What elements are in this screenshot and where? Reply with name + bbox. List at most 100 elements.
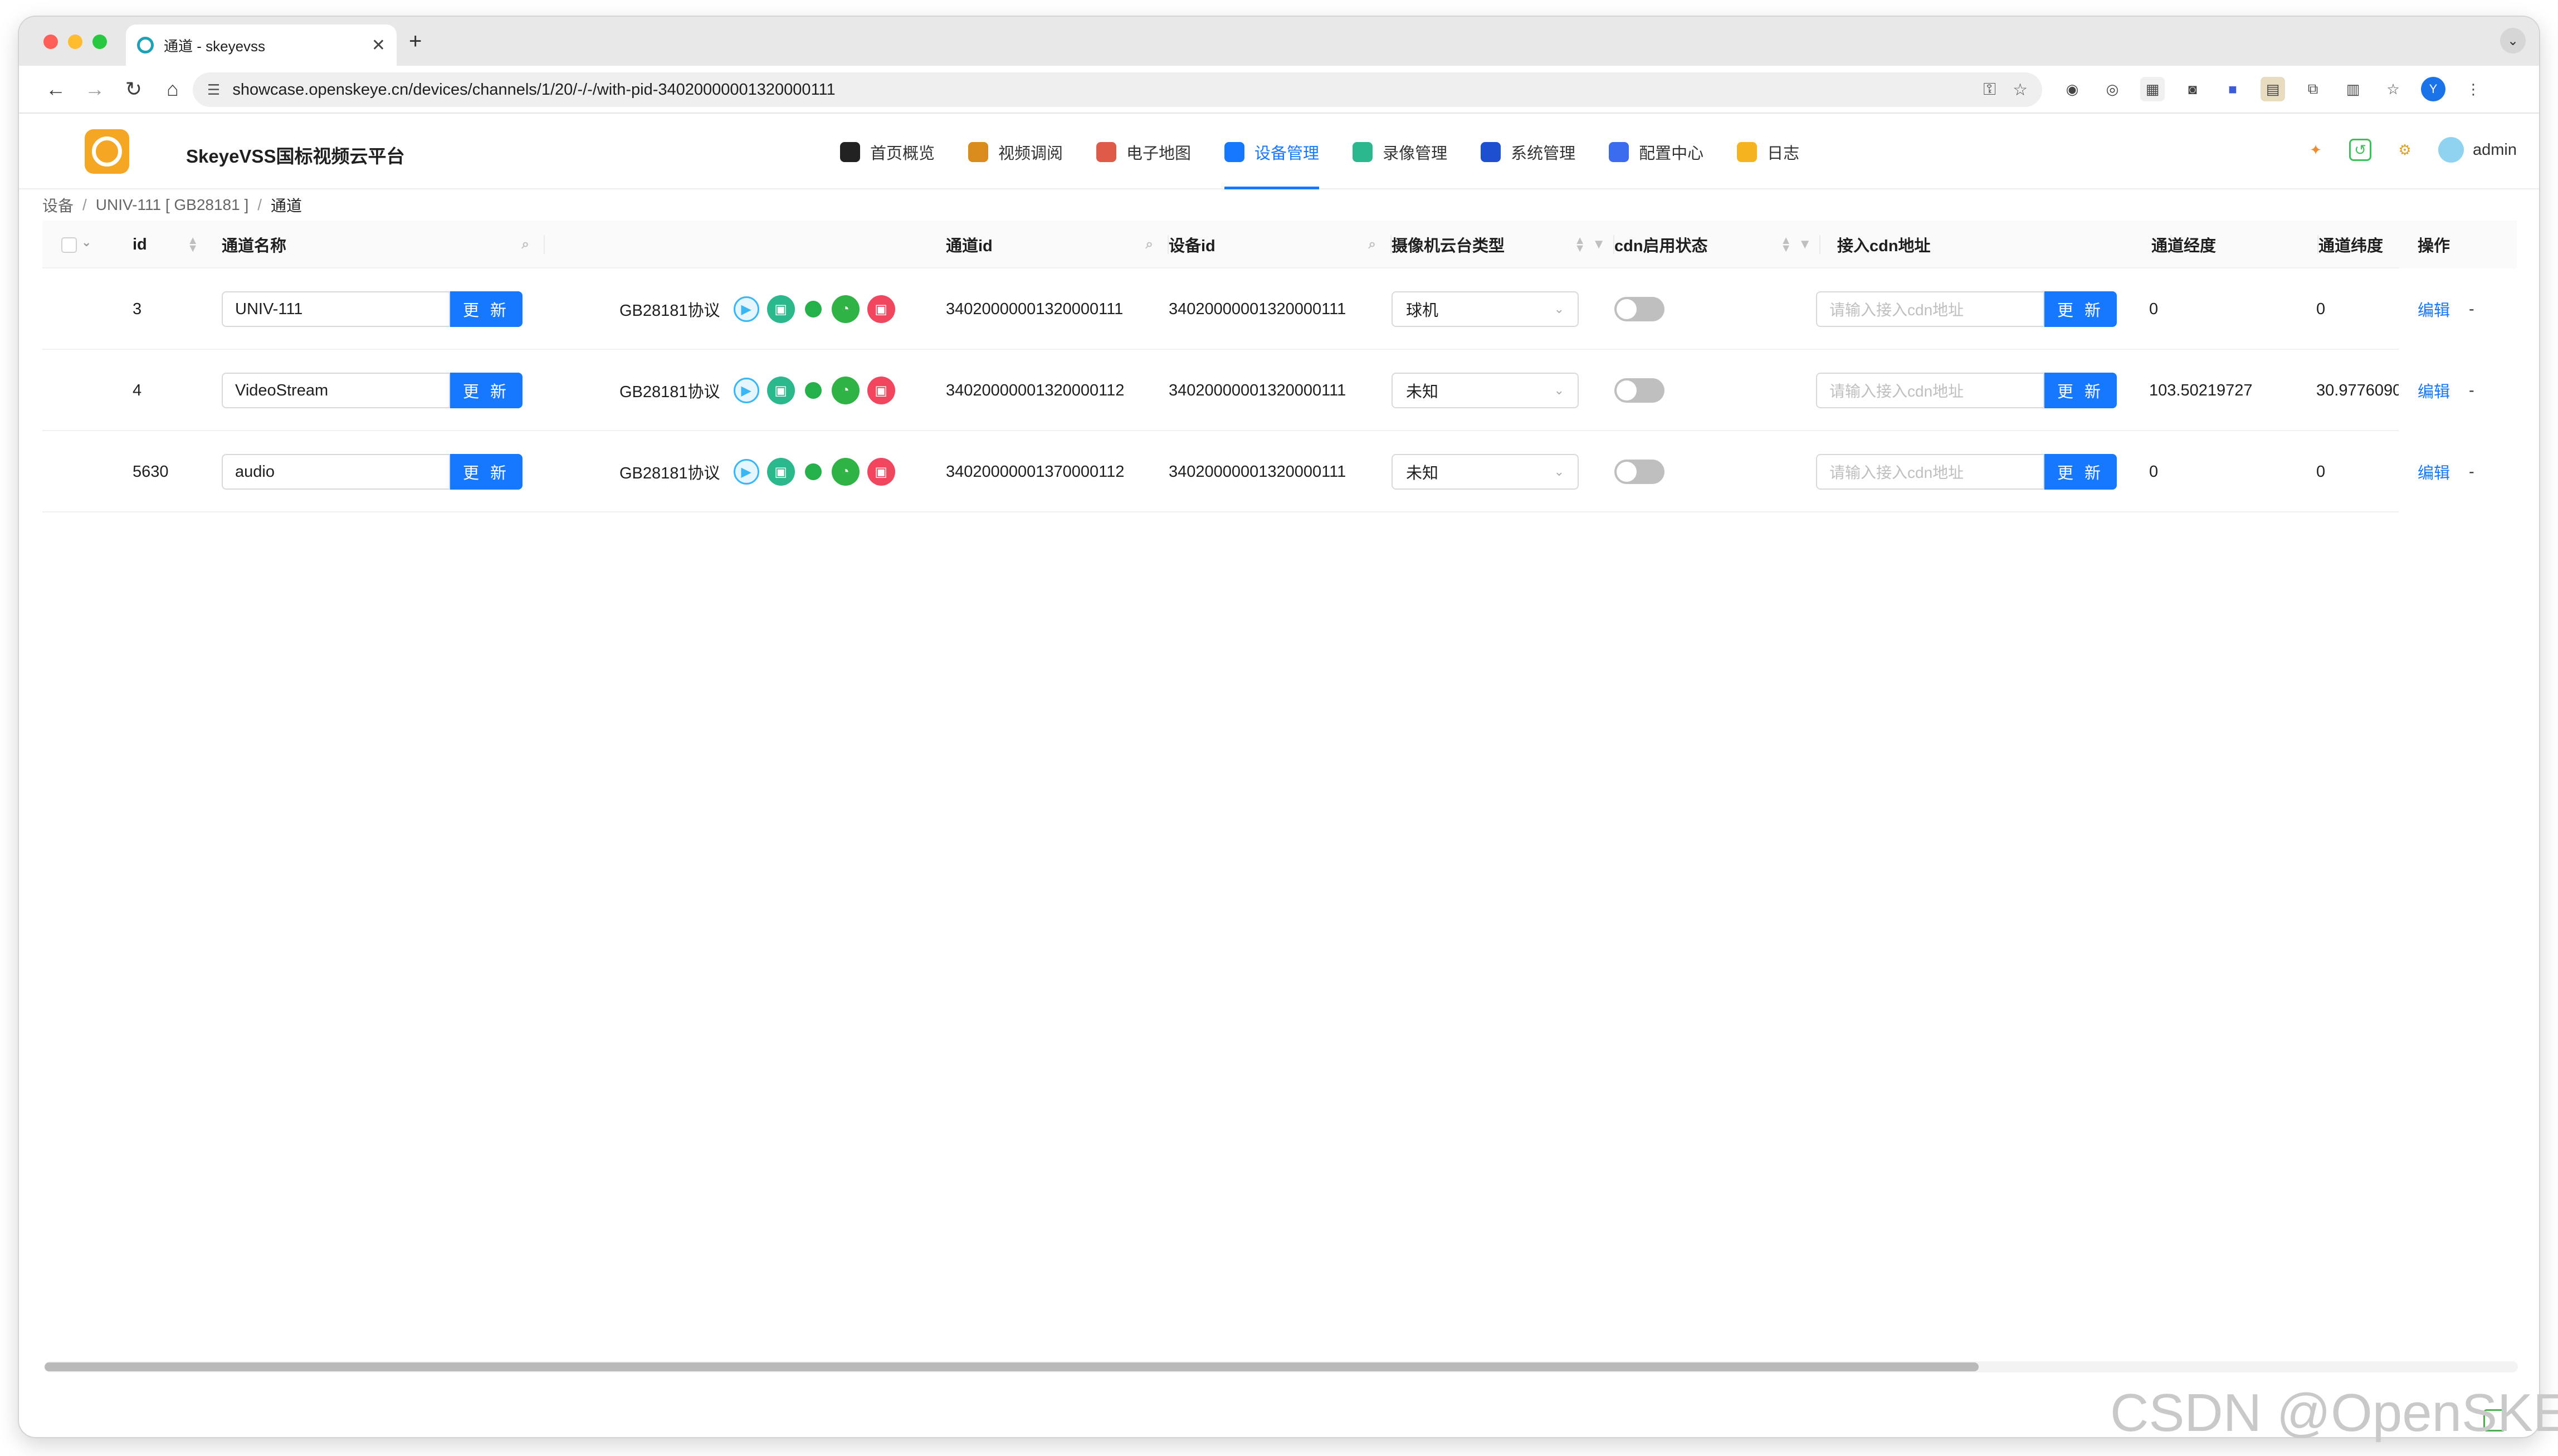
update-cdn-button[interactable]: 更 新 (2044, 454, 2117, 490)
nav-item-system[interactable]: 系统管理 (1481, 115, 1575, 189)
cdn-enable-toggle[interactable] (1614, 460, 1664, 484)
nav-label: 配置中心 (1639, 145, 1704, 163)
cdn-enable-toggle[interactable] (1614, 378, 1664, 403)
column-search-icon[interactable]: ⌕ (1369, 237, 1376, 252)
play-icon[interactable]: ▶ (733, 378, 759, 403)
channel-name-input[interactable]: VideoStream (222, 373, 450, 408)
cdn-enable-toggle[interactable] (1614, 297, 1664, 321)
nav-label: 系统管理 (1511, 145, 1576, 163)
snapshot-icon[interactable]: ▣ (867, 377, 895, 404)
select-all-checkbox[interactable] (61, 237, 77, 253)
minimize-window-button[interactable] (68, 35, 82, 49)
selection-dropdown-chevron-icon[interactable]: ⌄ (81, 235, 91, 250)
fullscreen-icon[interactable]: ✦ (2305, 139, 2327, 161)
column-search-icon[interactable]: ⌕ (1146, 237, 1153, 252)
skeye-logo-icon[interactable] (85, 129, 129, 174)
chat-icon[interactable]: ◔ (831, 458, 860, 486)
cell-cdn-status (1614, 350, 1664, 431)
record-icon[interactable]: ▣ (767, 377, 795, 404)
play-icon[interactable]: ▶ (733, 459, 759, 485)
channel-id-number: 3 (133, 300, 142, 318)
sort-icon[interactable]: ▲ ▼ (1574, 235, 1585, 254)
screen-switch-icon[interactable]: ↺ (2349, 139, 2371, 161)
tab-search-chevron-icon[interactable]: ⌄ (2500, 28, 2526, 53)
extension-grid-icon[interactable]: ▦ (2140, 77, 2165, 101)
browser-menu-icon[interactable]: ⋮ (2461, 77, 2486, 101)
sort-icon[interactable]: ▲ ▼ (1780, 235, 1791, 254)
header-id[interactable]: id ▲ ▼ (133, 221, 208, 268)
url-text[interactable]: showcase.openskeye.cn/devices/channels/1… (232, 81, 1966, 99)
ptz-type-select[interactable]: 未知 ⌄ (1392, 373, 1579, 408)
breadcrumb-devices[interactable]: 设备 (42, 194, 74, 216)
favorites-list-icon[interactable]: ☆ (2381, 77, 2405, 101)
update-cdn-button[interactable]: 更 新 (2044, 373, 2117, 408)
sidebar-panel-icon[interactable]: ▥ (2341, 77, 2365, 101)
filter-funnel-icon[interactable]: ▼ (1798, 237, 1812, 252)
horizontal-scrollbar[interactable] (45, 1361, 2518, 1372)
nav-item-logs[interactable]: 日志 (1737, 115, 1799, 189)
channel-name-input[interactable]: audio (222, 454, 450, 490)
extension-note-icon[interactable]: ▤ (2261, 77, 2285, 101)
chat-icon[interactable]: ◔ (831, 295, 860, 323)
tab-strip: 通道 - skeyevss ✕ + ⌄ (19, 17, 2539, 66)
address-bar[interactable]: ☰ showcase.openskeye.cn/devices/channels… (193, 72, 2042, 107)
ptz-type-select[interactable]: 球机 ⌄ (1392, 291, 1579, 327)
home-icon[interactable]: ⌂ (160, 77, 185, 101)
cdn-address-input[interactable]: 请输入接入cdn地址 (1816, 454, 2044, 490)
chat-icon[interactable]: ◔ (831, 377, 860, 404)
cdn-address-input[interactable]: 请输入接入cdn地址 (1816, 373, 2044, 408)
user-menu[interactable]: admin (2438, 137, 2517, 163)
bookmark-star-icon[interactable]: ☆ (2013, 80, 2028, 100)
screenshot-camera-icon[interactable]: ◉ (2060, 77, 2085, 101)
password-key-icon[interactable]: ⚿ (1983, 80, 1996, 99)
maximize-window-button[interactable] (92, 35, 107, 49)
snapshot-icon[interactable]: ▣ (867, 295, 895, 323)
nav-item-map[interactable]: 电子地图 (1096, 115, 1191, 189)
play-icon[interactable]: ▶ (733, 296, 759, 322)
header-actions-label: 操作 (2418, 237, 2450, 255)
online-status-dot-icon (804, 382, 822, 399)
cdn-address-input[interactable]: 请输入接入cdn地址 (1816, 291, 2044, 327)
nav-item-recordings[interactable]: 录像管理 (1353, 115, 1447, 189)
update-name-button[interactable]: 更 新 (450, 291, 523, 327)
extension-blue-square-icon[interactable]: ■ (2220, 77, 2245, 101)
scrollbar-thumb[interactable] (45, 1362, 1979, 1371)
filter-funnel-icon[interactable]: ▼ (1592, 237, 1605, 252)
forward-arrow-icon[interactable]: → (82, 77, 107, 101)
extensions-puzzle-icon[interactable]: ⧉ (2301, 77, 2325, 101)
new-tab-button[interactable]: + (409, 29, 422, 54)
tab-close-icon[interactable]: ✕ (372, 36, 385, 55)
column-search-icon[interactable]: ⌕ (522, 237, 529, 252)
breadcrumb: 设备 / UNIV-111 [ GB28181 ] / 通道 (42, 193, 302, 217)
extension-robot-icon[interactable]: ◙ (2180, 77, 2205, 101)
site-settings-icon[interactable]: ☰ (207, 81, 220, 99)
profile-avatar-icon[interactable]: Y (2421, 77, 2445, 101)
edit-link[interactable]: 编辑 (2418, 297, 2450, 321)
settings-gear-icon[interactable]: ⚙ (2394, 139, 2416, 161)
update-name-button[interactable]: 更 新 (450, 373, 523, 408)
ptz-type-select[interactable]: 未知 ⌄ (1392, 454, 1579, 490)
extension-circle-icon[interactable]: ◎ (2100, 77, 2125, 101)
sort-icon[interactable]: ▲ ▼ (187, 235, 198, 254)
breadcrumb-device[interactable]: UNIV-111 [ GB28181 ] (96, 196, 248, 214)
cell-actions: 编辑 - (2399, 268, 2517, 350)
reload-icon[interactable]: ↻ (121, 77, 146, 101)
update-cdn-button[interactable]: 更 新 (2044, 291, 2117, 327)
channel-name-input[interactable]: UNIV-111 (222, 291, 450, 327)
browser-tab-active[interactable]: 通道 - skeyevss ✕ (126, 25, 397, 66)
edit-link[interactable]: 编辑 (2418, 379, 2450, 402)
cell-name: VideoStream 更 新 (222, 350, 523, 431)
close-window-button[interactable] (43, 35, 58, 49)
nav-item-devices[interactable]: 设备管理 (1224, 115, 1320, 189)
back-arrow-icon[interactable]: ← (43, 77, 68, 101)
snapshot-icon[interactable]: ▣ (867, 458, 895, 486)
record-icon[interactable]: ▣ (767, 458, 795, 486)
device-id-value: 34020000001320000111 (1169, 462, 1346, 481)
nav-item-video[interactable]: 视频调阅 (968, 115, 1063, 189)
nav-item-config[interactable]: 配置中心 (1609, 115, 1703, 189)
nav-item-overview[interactable]: 首页概览 (840, 115, 935, 189)
edit-link[interactable]: 编辑 (2418, 460, 2450, 483)
record-icon[interactable]: ▣ (767, 295, 795, 323)
cell-actions: 编辑 - (2399, 350, 2517, 431)
update-name-button[interactable]: 更 新 (450, 454, 523, 490)
